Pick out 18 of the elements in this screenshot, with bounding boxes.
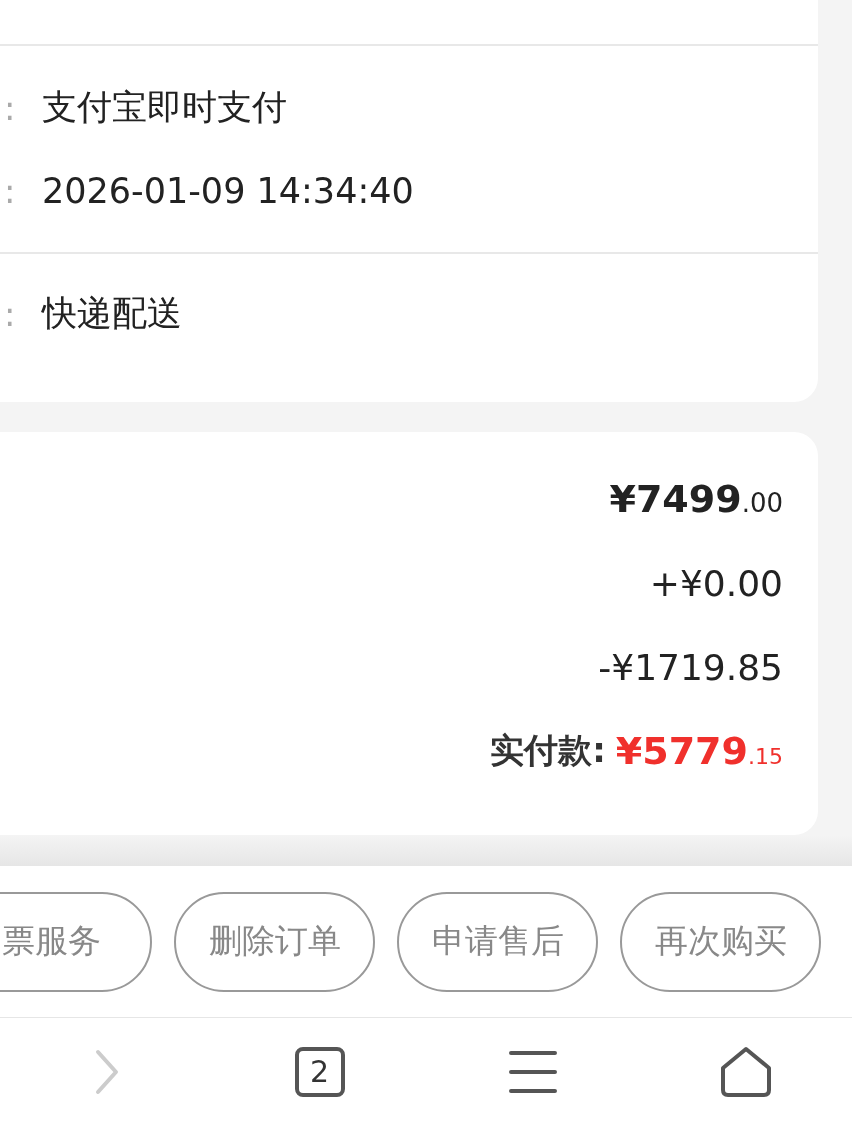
order-action-button[interactable]: 申请售后 (397, 891, 598, 992)
order-action-button[interactable]: 再次购买 (620, 891, 821, 992)
price-amount: +¥0.00 (649, 562, 783, 604)
total-amount: ¥5779.15 (615, 729, 783, 773)
label-colon: : (3, 293, 17, 334)
total-label: 实付款: (490, 729, 606, 772)
home-icon[interactable] (718, 1045, 773, 1098)
label-colon: : (3, 87, 17, 128)
info-value: 快递配送 (42, 292, 182, 335)
info-value: 2026-01-09 14:34:40 (42, 170, 414, 211)
order-action-button[interactable]: 删除订单 (174, 891, 375, 992)
price-amount: ¥7499.00 (609, 477, 783, 521)
order-action-button[interactable]: 票服务 (0, 891, 152, 992)
price-amount: -¥1719.85 (598, 646, 783, 688)
tabs-button[interactable]: 2 (294, 1046, 345, 1097)
label-colon: : (3, 170, 17, 211)
menu-icon[interactable] (508, 1049, 557, 1094)
info-value: 支付宝即时支付 (42, 86, 287, 129)
